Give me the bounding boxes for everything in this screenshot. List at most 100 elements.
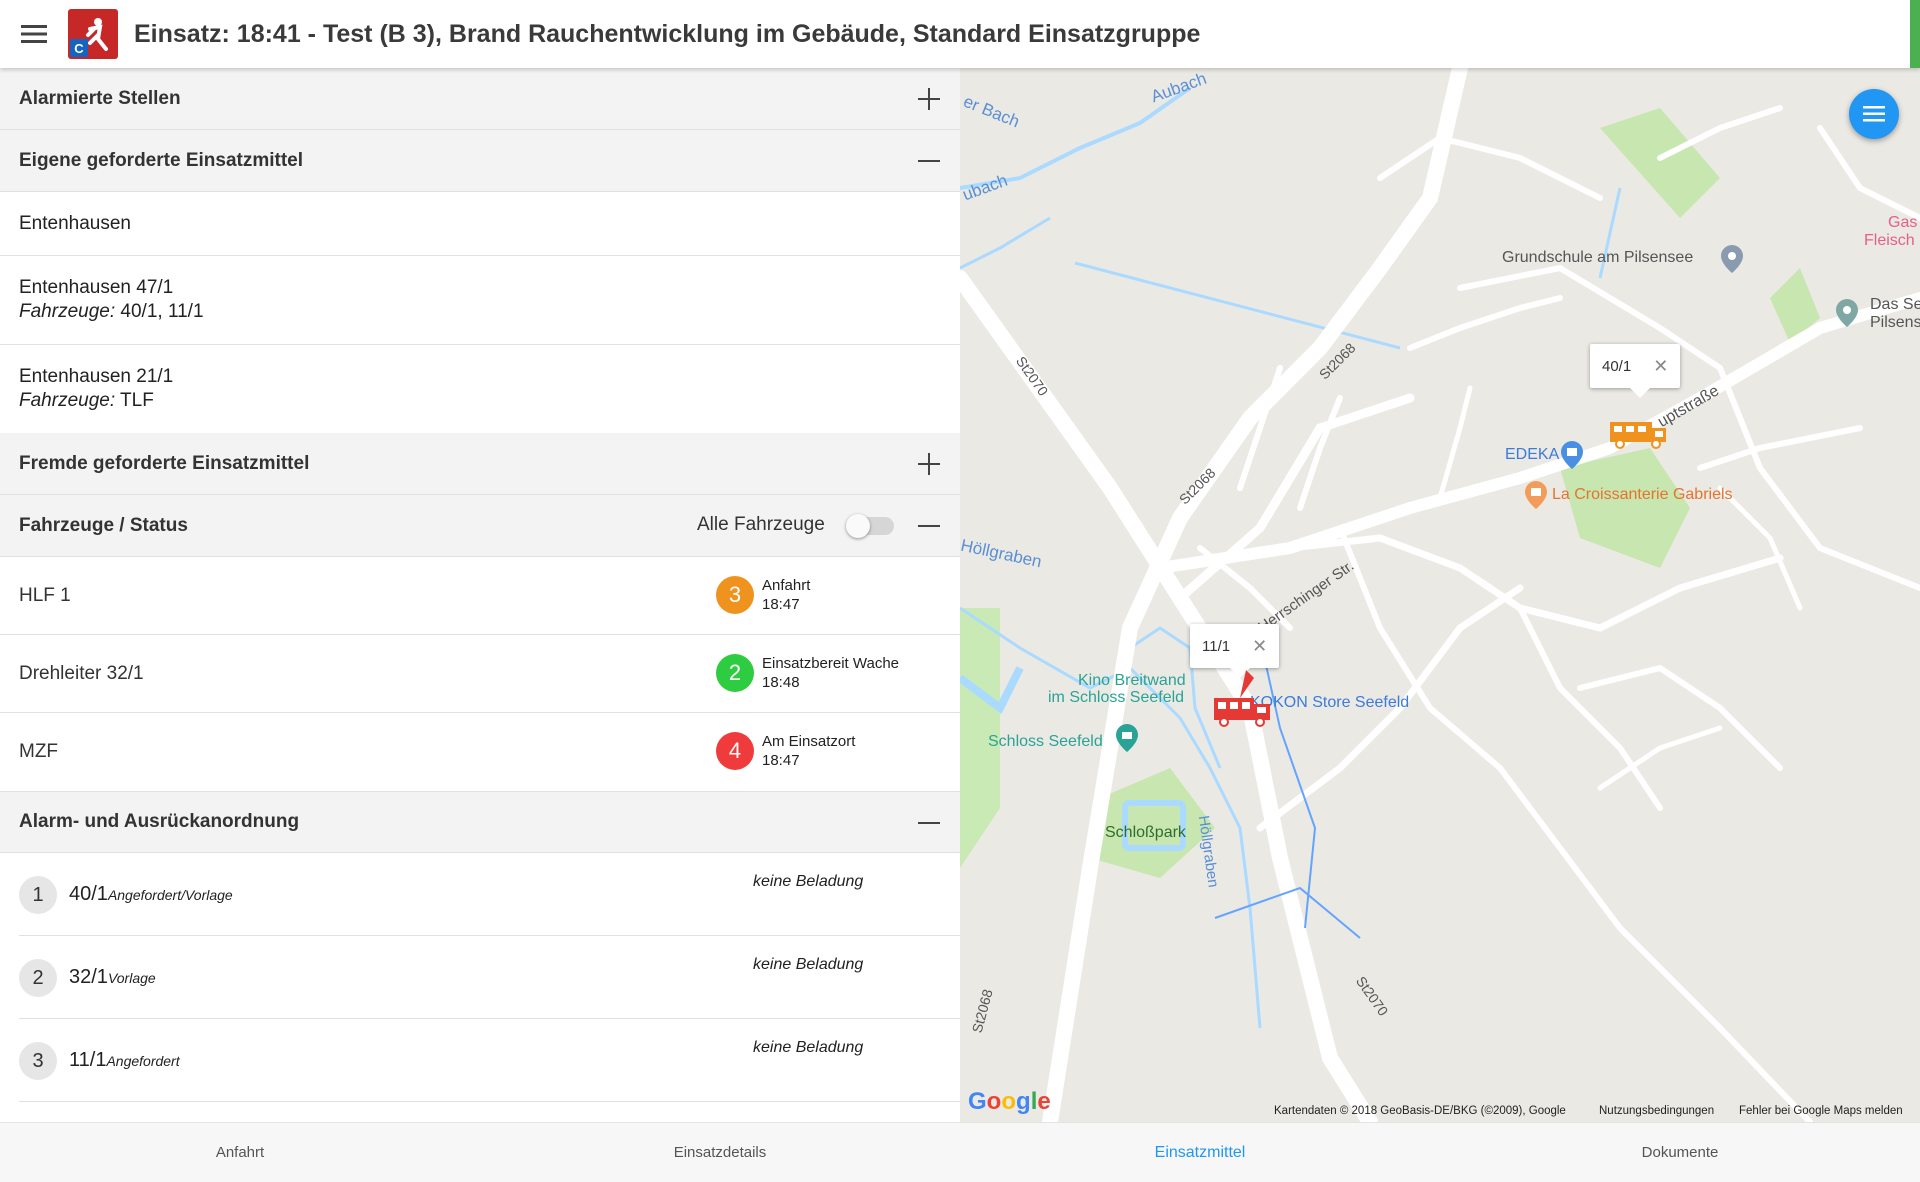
menu-icon[interactable] xyxy=(0,0,68,68)
school-pin-icon[interactable] xyxy=(1720,244,1744,274)
tab-anfahrt[interactable]: Anfahrt xyxy=(0,1123,480,1182)
app-logo: C xyxy=(68,9,118,59)
vehicles-label: Fahrzeuge: xyxy=(19,390,116,411)
vehicles-label: Fahrzeuge: xyxy=(19,301,116,322)
list-menu-button[interactable] xyxy=(1849,89,1899,139)
aao-tag: Angefordert/Vorlage xyxy=(107,887,233,903)
vehicle-row[interactable]: HLF 1 3 Anfahrt 18:47 xyxy=(0,557,960,635)
collapse-icon[interactable] xyxy=(908,802,950,844)
vehicles-value: 40/1, 11/1 xyxy=(115,301,204,322)
status-edge xyxy=(1910,0,1920,68)
section-title: Fahrzeuge / Status xyxy=(19,514,188,536)
vehicle-row[interactable]: MZF 4 Am Einsatzort 18:47 xyxy=(0,713,960,791)
section-title: Alarmierte Stellen xyxy=(19,87,181,109)
aao-tag: Angefordert xyxy=(106,1053,180,1069)
details-panel: Alarmierte Stellen Eigene geforderte Ein… xyxy=(0,68,960,1122)
vehicle-row[interactable]: Drehleiter 32/1 2 Einsatzbereit Wache 18:48 xyxy=(0,635,960,713)
map-label: Kino Breitwand xyxy=(1078,672,1186,689)
map-canvas[interactable] xyxy=(960,68,1920,1122)
status-indicator: 4 Am Einsatzort 18:47 xyxy=(716,732,855,770)
status-time: 18:48 xyxy=(762,674,800,691)
status-text: Am Einsatzort xyxy=(762,733,856,750)
all-vehicles-toggle[interactable] xyxy=(846,514,894,538)
status-text: Anfahrt xyxy=(762,577,811,594)
list-item: Entenhausen 47/1 Fahrzeuge: 40/1, 11/1 xyxy=(0,256,960,345)
map-label: Das Se xyxy=(1870,296,1920,313)
aao-row[interactable]: 2 32/1Vorlage keine Beladung xyxy=(19,936,960,1019)
map-label: Gas xyxy=(1888,214,1918,231)
close-icon[interactable]: ✕ xyxy=(1252,636,1267,657)
status-time: 18:47 xyxy=(762,596,800,613)
expand-icon[interactable] xyxy=(908,78,950,120)
aao-beladung: keine Beladung xyxy=(753,1039,864,1056)
expand-icon[interactable] xyxy=(908,443,950,485)
map-label: La Croissanterie Gabriels xyxy=(1552,486,1733,503)
popup-label: 11/1 xyxy=(1202,637,1231,655)
page-title: Einsatz: 18:41 - Test (B 3), Brand Rauch… xyxy=(134,19,1201,48)
map-label: Grundschule am Pilsensee xyxy=(1502,249,1694,266)
section-aao[interactable]: Alarm- und Ausrückanordnung xyxy=(0,791,960,853)
aao-row[interactable]: 1 40/1Angefordert/Vorlage keine Beladung xyxy=(19,853,960,936)
close-icon[interactable]: ✕ xyxy=(1653,356,1668,377)
tab-einsatzmittel[interactable]: Einsatzmittel xyxy=(960,1123,1440,1182)
map-label: EDEKA xyxy=(1505,446,1560,463)
app-bar: C Einsatz: 18:41 - Test (B 3), Brand Rau… xyxy=(0,0,1920,68)
aao-vehicle: 32/1 xyxy=(69,966,108,988)
aao-row[interactable]: 3 11/1Angefordert keine Beladung xyxy=(19,1019,960,1102)
vehicle-name: MZF xyxy=(19,741,59,762)
vehicle-popup-40-1[interactable]: 40/1 ✕ xyxy=(1590,344,1681,398)
popup-label: 40/1 xyxy=(1602,357,1632,375)
report-link[interactable]: Fehler bei Google Maps melden xyxy=(1739,1105,1903,1117)
map-view[interactable]: er Bach Aubach ubach Höllgraben Höllgrab… xyxy=(960,68,1920,1122)
vehicle-list: HLF 1 3 Anfahrt 18:47 Drehleiter 32/1 2 Einsat… xyxy=(0,557,960,791)
aao-index: 1 xyxy=(19,876,57,914)
unit-name: Entenhausen 47/1 xyxy=(19,277,174,298)
vehicles-value: TLF xyxy=(115,390,154,411)
shop-pin-icon[interactable] xyxy=(1560,440,1584,470)
status-text: Einsatzbereit Wache xyxy=(762,655,900,672)
bottom-navigation: Anfahrt Einsatzdetails Einsatzmittel Dok… xyxy=(0,1122,1920,1182)
map-label: Schloss Seefeld xyxy=(988,733,1103,750)
section-eigene-einsatzmittel[interactable]: Eigene geforderte Einsatzmittel xyxy=(0,130,960,192)
status-badge: 3 xyxy=(716,576,754,614)
section-title: Eigene geforderte Einsatzmittel xyxy=(19,149,304,171)
aao-tag: Vorlage xyxy=(107,970,156,986)
section-title: Fremde geforderte Einsatzmittel xyxy=(19,452,310,474)
map-label: Pilsens xyxy=(1870,314,1920,331)
aao-vehicle: 40/1 xyxy=(69,883,108,905)
aao-beladung: keine Beladung xyxy=(753,956,864,973)
status-indicator: 3 Anfahrt 18:47 xyxy=(716,576,810,614)
aao-list: 1 40/1Angefordert/Vorlage keine Beladung 2 3… xyxy=(0,853,960,1102)
map-label: im Schloss Seefeld xyxy=(1048,689,1185,706)
unit-name: Entenhausen xyxy=(19,212,131,234)
incident-marker-icon[interactable] xyxy=(1210,668,1274,738)
aao-index: 3 xyxy=(19,1042,57,1080)
vehicle-name: Drehleiter 32/1 xyxy=(19,662,144,684)
aao-beladung: keine Beladung xyxy=(753,873,864,890)
vehicle-popup-11-1[interactable]: 11/1 ✕ xyxy=(1190,624,1280,678)
collapse-icon[interactable] xyxy=(908,505,950,547)
map-attribution: Kartendaten © 2018 GeoBasis-DE/BKG (©200… xyxy=(1274,1105,1566,1117)
toggle-knob xyxy=(846,514,870,538)
google-logo: Google xyxy=(968,1088,1051,1115)
section-fremde-einsatzmittel[interactable]: Fremde geforderte Einsatzmittel xyxy=(0,433,960,495)
map-label: Fleisch xyxy=(1864,232,1915,249)
aao-vehicle: 11/1 xyxy=(69,1049,107,1071)
tab-einsatzdetails[interactable]: Einsatzdetails xyxy=(480,1123,960,1182)
status-badge: 2 xyxy=(716,654,754,692)
cafe-pin-icon[interactable] xyxy=(1524,480,1548,510)
section-alarmierte-stellen[interactable]: Alarmierte Stellen xyxy=(0,68,960,130)
section-fahrzeuge-status[interactable]: Fahrzeuge / Status Alle Fahrzeuge xyxy=(0,495,960,557)
list-item: Entenhausen 21/1 Fahrzeuge: TLF xyxy=(0,345,960,433)
tab-dokumente[interactable]: Dokumente xyxy=(1440,1123,1920,1182)
fire-truck-orange-icon[interactable] xyxy=(1608,416,1668,450)
map-label: Schloßpark xyxy=(1105,824,1186,841)
collapse-icon[interactable] xyxy=(908,140,950,182)
status-time: 18:47 xyxy=(762,752,800,769)
terms-link[interactable]: Nutzungsbedingungen xyxy=(1599,1105,1714,1117)
list-item: Entenhausen xyxy=(0,192,960,256)
section-title: Alarm- und Ausrückanordnung xyxy=(19,811,300,832)
place-pin-icon[interactable] xyxy=(1835,298,1859,328)
aao-index: 2 xyxy=(19,959,57,997)
castle-pin-icon[interactable] xyxy=(1115,723,1139,753)
